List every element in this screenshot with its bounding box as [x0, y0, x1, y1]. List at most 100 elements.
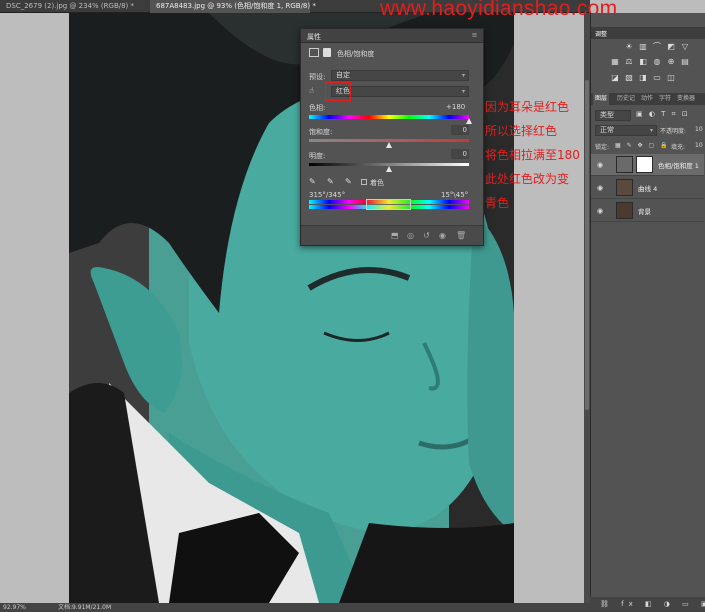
adjustment-layer-icon — [616, 156, 633, 173]
view-previous-icon[interactable]: ◎ — [407, 232, 414, 240]
layer-kind-filter[interactable]: 类型 — [595, 110, 631, 121]
annotation-line: 所以选择红色 — [485, 124, 558, 138]
layer-row-background[interactable]: ◉ 背景 — [591, 200, 704, 222]
eye-icon[interactable]: ◉ — [597, 161, 605, 169]
eyedropper-minus-icon[interactable]: ✎ — [345, 177, 352, 186]
hue-value[interactable]: +180 — [446, 103, 465, 111]
tab-layers[interactable]: 图层 — [593, 93, 610, 105]
opacity-value[interactable]: 10 — [695, 126, 703, 133]
eye-icon[interactable]: ◉ — [597, 184, 605, 192]
range-right: 15°\45° — [441, 191, 469, 199]
posterize-icon[interactable]: ▧ — [623, 72, 635, 84]
scroll-thumb[interactable] — [585, 80, 589, 410]
color-lookup-icon[interactable]: ▤ — [679, 56, 691, 68]
color-balance-icon[interactable]: ⚖ — [623, 56, 635, 68]
colorize-checkbox[interactable] — [361, 179, 367, 185]
status-bar: 92.97% 文档:9.91M/21.0M — [0, 603, 590, 612]
annotation-line: 将色相拉满至180 — [485, 148, 580, 162]
hue-sat-icon[interactable]: ▦ — [609, 56, 621, 68]
clip-to-layer-icon[interactable]: ⬒ — [391, 232, 399, 240]
vibrance-icon[interactable]: ▽ — [679, 41, 691, 53]
curves-icon[interactable]: ⌒ — [651, 41, 663, 53]
channel-highlight-box — [325, 82, 351, 101]
channel-dropdown[interactable]: 红色 ▾ — [331, 86, 469, 97]
layer-name[interactable]: 色相/饱和度 1 — [658, 160, 699, 170]
chevron-down-icon: ▾ — [461, 72, 465, 79]
saturation-slider-thumb[interactable] — [385, 142, 392, 148]
blend-mode-dropdown[interactable]: 正常 ▾ — [595, 125, 657, 136]
channel-mixer-icon[interactable]: ⊕ — [665, 56, 677, 68]
lightness-value[interactable]: 0 — [451, 149, 469, 159]
saturation-value[interactable]: 0 — [451, 125, 469, 135]
zoom-level[interactable]: 92.97% — [3, 603, 26, 612]
layer-filter-icons[interactable]: ▣ ◐ T ⌗ ⊡ — [636, 110, 690, 119]
preset-value: 自定 — [336, 71, 350, 79]
annotation-line: 因为耳朵是红色 — [485, 100, 570, 114]
black-white-icon[interactable]: ◧ — [637, 56, 649, 68]
adjustment-name: 色相/饱和度 — [337, 50, 375, 58]
tab-transform[interactable]: 变换器 — [677, 93, 695, 105]
hue-label: 色相: — [309, 104, 326, 112]
document-size: 文档:9.91M/21.0M — [58, 604, 112, 611]
layer-thumbnail — [616, 202, 633, 219]
hue-slider-track[interactable] — [309, 115, 469, 119]
layer-row-curves[interactable]: ◉ 曲线 4 — [591, 177, 704, 199]
brightness-icon[interactable]: ☀ — [623, 41, 635, 53]
lock-label: 锁定: — [595, 144, 610, 151]
hand-tool-icon[interactable]: ☝ — [309, 86, 314, 95]
properties-panel: 属性 ≡ 色相/饱和度 预设: 自定 ▾ ☝ 红色 ▾ 色相: +180 饱和度… — [300, 28, 484, 246]
chevron-down-icon: ▾ — [649, 127, 653, 134]
eye-icon[interactable]: ◉ — [597, 207, 605, 215]
panel-menu-icon[interactable]: ≡ — [471, 32, 478, 39]
hue-saturation-icon — [309, 48, 319, 57]
properties-title-bar[interactable]: 属性 ≡ — [301, 29, 483, 43]
colorize-label: 着色 — [370, 179, 384, 187]
fill-label: 填充: — [671, 144, 686, 151]
preset-label: 预设: — [309, 73, 326, 81]
layers-footer: ⛓ fx ◧ ◑ ▭ ▣ 🗑 — [590, 597, 705, 612]
exposure-icon[interactable]: ◩ — [665, 41, 677, 53]
levels-icon[interactable]: ▥ — [637, 41, 649, 53]
document-tab-2[interactable]: 687A8483.jpg @ 93% (色相/饱和度 1, RGB/8) * — [150, 0, 316, 13]
layers-tab-bar: 图层 历史记 动作 字符 变换器 — [591, 93, 705, 105]
hue-slider-thumb[interactable] — [465, 118, 472, 124]
blend-mode-value: 正常 — [600, 126, 614, 134]
tab-character[interactable]: 字符 — [659, 93, 671, 105]
watermark-text: www.haoyidianshao.com — [380, 0, 618, 20]
properties-footer: ⬒ ◎ ↺ ◉ 🗑 — [301, 225, 483, 245]
adjustments-title: 调整 — [595, 31, 608, 38]
eyedropper-icon[interactable]: ✎ — [309, 177, 316, 186]
photo-filter-icon[interactable]: ◍ — [651, 56, 663, 68]
kind-label: 类型 — [600, 111, 614, 119]
layer-thumbnail — [616, 179, 633, 196]
tab-history[interactable]: 历史记 — [617, 93, 635, 105]
selective-color-icon[interactable]: ◫ — [665, 72, 677, 84]
trash-icon[interactable]: 🗑 — [456, 232, 466, 240]
opacity-label: 不透明度: — [660, 128, 687, 135]
adjustments-header: 调整 — [591, 27, 705, 39]
lightness-label: 明度: — [309, 152, 326, 160]
layer-row-hue-saturation[interactable]: ◉ 色相/饱和度 1 — [591, 154, 704, 176]
layer-name[interactable]: 曲线 4 — [638, 183, 657, 193]
lock-icons[interactable]: ▦ ✎ ✥ ▢ 🔒 — [615, 142, 670, 149]
annotation-text: 因为耳朵是红色 所以选择红色 将色相拉满至180 此处红色改为变 青色 — [485, 95, 585, 215]
layer-mask-thumbnail[interactable] — [636, 156, 653, 173]
gradient-map-icon[interactable]: ▭ — [651, 72, 663, 84]
eyedropper-plus-icon[interactable]: ✎ — [327, 177, 334, 186]
layer-name[interactable]: 背景 — [638, 206, 651, 216]
saturation-label: 饱和度: — [309, 128, 333, 136]
tab-actions[interactable]: 动作 — [641, 93, 653, 105]
preset-dropdown[interactable]: 自定 ▾ — [331, 70, 469, 81]
document-tab-1[interactable]: DSC_2679 (2).jpg @ 234% (RGB/8) * — [0, 0, 150, 13]
right-panels: 调整 ☀ ▥ ⌒ ◩ ▽ ▦ ⚖ ◧ ◍ ⊕ ▤ ◪ ▧ ◨ ▭ ◫ 图层 历史… — [590, 13, 705, 612]
layer-footer-icons[interactable]: ⛓ fx ◧ ◑ ▭ ▣ 🗑 — [600, 600, 705, 608]
reset-icon[interactable]: ↺ — [423, 232, 430, 240]
fill-value[interactable]: 10 — [695, 142, 703, 149]
mask-icon[interactable] — [323, 48, 331, 57]
invert-icon[interactable]: ◪ — [609, 72, 621, 84]
lightness-slider-thumb[interactable] — [385, 166, 392, 172]
visibility-eye-icon[interactable]: ◉ — [439, 232, 446, 240]
color-range-selector[interactable] — [366, 199, 411, 210]
range-left: 315°/345° — [309, 191, 346, 199]
threshold-icon[interactable]: ◨ — [637, 72, 649, 84]
